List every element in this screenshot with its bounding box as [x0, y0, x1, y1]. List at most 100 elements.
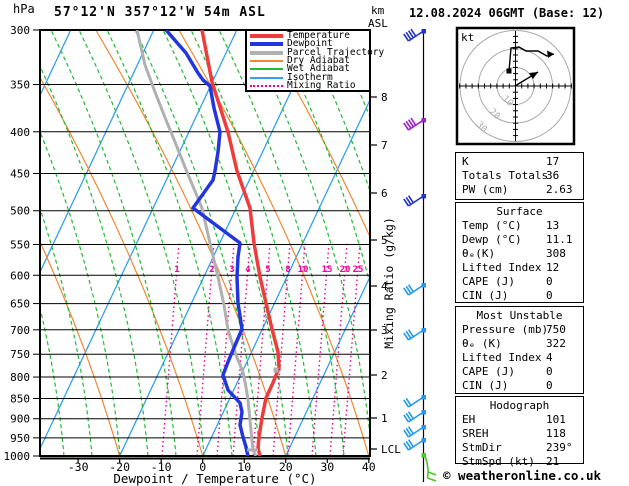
km-axis-unit: km — [371, 4, 385, 17]
table-indices: K 17 Totals Totals 36 PW (cm) 2.63 — [455, 152, 584, 200]
pressure-tick-label: 800 — [10, 371, 30, 384]
stat-value: 308 — [546, 247, 566, 260]
pressure-tick-label: 750 — [10, 348, 30, 361]
stat-label: SREH — [462, 427, 489, 440]
mixing-ratio-label: 4 — [245, 265, 251, 275]
mixing-ratio-label: 3 — [229, 265, 234, 275]
stat-value: 36 — [546, 169, 560, 182]
legend: Temperature Dewpoint Parcel Trajectory Dry … — [245, 29, 384, 92]
table-row: CAPE (J) 0 — [456, 275, 583, 289]
legend-swatch-mixing-ratio — [250, 84, 283, 87]
most-unstable-marker — [273, 367, 279, 373]
legend-swatch-temperature — [250, 34, 283, 39]
temp-tick-label: -30 — [68, 460, 89, 474]
wind-barb — [403, 283, 426, 296]
pressure-tick-label: 700 — [10, 324, 30, 337]
pressure-tick-label: 350 — [10, 79, 30, 92]
stat-value: 4 — [546, 351, 553, 364]
pressure-tick-label: 650 — [10, 298, 30, 311]
table-row: SREH 118 — [456, 427, 583, 441]
stat-label: Lifted Index — [462, 351, 542, 364]
stat-label: CAPE (J) — [462, 275, 515, 288]
stat-label: EH — [462, 413, 476, 426]
table-row: CIN (J) 0 — [456, 289, 583, 303]
table-row: Totals Totals 36 — [456, 169, 583, 183]
table-header: Most Unstable — [476, 309, 563, 322]
stat-value: 0 — [546, 289, 553, 302]
km-axis-unit2: ASL — [368, 17, 388, 30]
stat-label: CIN (J) — [462, 379, 509, 392]
legend-swatch-dewpoint — [250, 42, 283, 47]
table-row: Dewp (°C) 11.1 — [456, 233, 583, 247]
pressure-tick-label: 850 — [10, 392, 30, 405]
mixing-ratio-label: 20 — [340, 265, 351, 275]
copyright: © weatheronline.co.uk — [443, 468, 602, 483]
wet-adiabat-line — [40, 64, 149, 456]
table-row: StmDir 239° — [456, 441, 583, 455]
pressure-tick-label: 550 — [10, 238, 30, 251]
km-tick-label: 2 — [381, 369, 388, 382]
mixing-ratio-label: 2 — [209, 265, 214, 275]
km-tick-label: 8 — [381, 91, 388, 104]
table-row: StmSpd (kt) 21 — [456, 455, 583, 469]
table-header: Hodograph — [489, 399, 550, 412]
x-axis-title: Dewpoint / Temperature (°C) — [113, 471, 316, 486]
mixing-ratio-label: 15 — [322, 265, 333, 275]
stat-value: 0 — [546, 365, 553, 378]
mixing-ratio-axis-title: Mixing Ratio (g/kg) — [382, 217, 396, 349]
stat-value: 101 — [546, 413, 566, 426]
wind-barb — [403, 28, 426, 42]
wind-barb — [403, 410, 426, 423]
table-header: Surface — [496, 205, 543, 218]
wind-barb — [403, 194, 426, 207]
table-row: CIN (J) 0 — [456, 379, 583, 393]
km-tick-label: 6 — [381, 187, 388, 200]
stat-label: Lifted Index — [462, 261, 542, 274]
table-most-unstable: Most Unstable Pressure (mb) 750 θₑ (K) 322 Li… — [455, 306, 584, 394]
stat-value: 0 — [546, 275, 553, 288]
stat-label: CAPE (J) — [462, 365, 515, 378]
pressure-tick-label: 400 — [10, 126, 30, 139]
stat-value: 239° — [546, 441, 573, 454]
wind-barb — [403, 328, 426, 341]
stat-label: θₑ (K) — [462, 337, 502, 350]
mixing-ratio-label: 1 — [174, 265, 179, 275]
stat-label: K — [462, 155, 469, 168]
wet-adiabat-line — [302, 30, 370, 193]
skewt-sounding-page: hPa 57°12'N 357°12'W 54m ASL 12.08.2024 … — [0, 0, 629, 486]
table-surface: Surface Temp (°C) 13 Dewp (°C) 11.1 θₑ(K) 308 L… — [455, 202, 584, 303]
pressure-tick-label: 500 — [10, 205, 30, 218]
pressure-tick-label: 900 — [10, 413, 30, 426]
stat-value: 11.1 — [546, 233, 573, 246]
stat-label: PW (cm) — [462, 183, 509, 196]
wind-barb — [403, 425, 426, 438]
hodograph: 102030kt — [455, 26, 576, 146]
pressure-tick-label: 1000 — [4, 450, 31, 463]
legend-label: Mixing Ratio — [287, 79, 356, 91]
stat-label: Pressure (mb) — [462, 323, 549, 336]
stat-label: StmSpd (kt) — [462, 455, 535, 468]
stat-label: Dewp (°C) — [462, 233, 522, 246]
pressure-tick-label: 950 — [10, 432, 30, 445]
stat-value: 118 — [546, 427, 566, 440]
km-tick-label: 1 — [381, 412, 388, 425]
legend-swatch-dry-adiabat — [250, 60, 283, 63]
mixing-ratio-label: 8 — [285, 265, 290, 275]
wind-barb — [403, 117, 426, 131]
pressure-tick-label: 300 — [10, 24, 30, 37]
hodograph-unit-label: kt — [461, 31, 474, 44]
table-row: θₑ (K) 322 — [456, 337, 583, 351]
stat-label: StmDir — [462, 441, 502, 454]
stat-value: 0 — [546, 379, 553, 392]
wind-barb — [403, 438, 426, 451]
legend-swatch-wet-adiabat — [250, 68, 283, 71]
table-row: EH 101 — [456, 413, 583, 427]
km-tick-label: 7 — [381, 139, 388, 152]
stat-value: 21 — [546, 455, 560, 468]
stat-value: 2.63 — [546, 183, 573, 196]
mixing-ratio-label: 25 — [353, 265, 364, 275]
wet-adiabat-line — [106, 30, 233, 456]
temp-tick-label: 40 — [362, 460, 376, 474]
wind-barb-staff — [403, 28, 437, 482]
table-row: PW (cm) 2.63 — [456, 183, 583, 197]
